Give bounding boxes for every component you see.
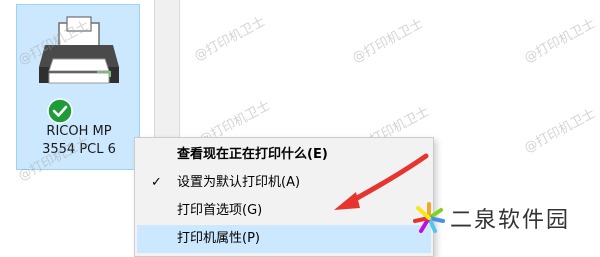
checkmark-icon: ✓: [151, 175, 162, 190]
left-pane: RICOH MP 3554 PCL 6: [0, 0, 154, 243]
printer-name-line1: RICOH MP: [46, 124, 112, 139]
checkmark-circle-icon: [47, 98, 73, 124]
menu-item-label: 设置为默认打印机(A): [177, 175, 301, 190]
printer-name-line2: 3554 PCL 6: [42, 142, 116, 157]
menu-item-label: 打印机属性(P): [177, 231, 260, 246]
starburst-logo-icon: [413, 202, 445, 233]
printer-icon: [39, 16, 119, 84]
menu-item-label: 打印首选项(G): [177, 203, 263, 218]
menu-item-label: 查看现在正在打印什么(E): [177, 147, 328, 162]
menu-item-printer-properties[interactable]: 打印机属性(P): [137, 225, 431, 253]
printer-tile[interactable]: RICOH MP 3554 PCL 6: [16, 4, 140, 170]
brand-name: 二泉软件园: [450, 208, 571, 233]
brand-watermark: 二泉软件园: [412, 201, 570, 235]
printer-name: RICOH MP 3554 PCL 6: [17, 123, 141, 159]
